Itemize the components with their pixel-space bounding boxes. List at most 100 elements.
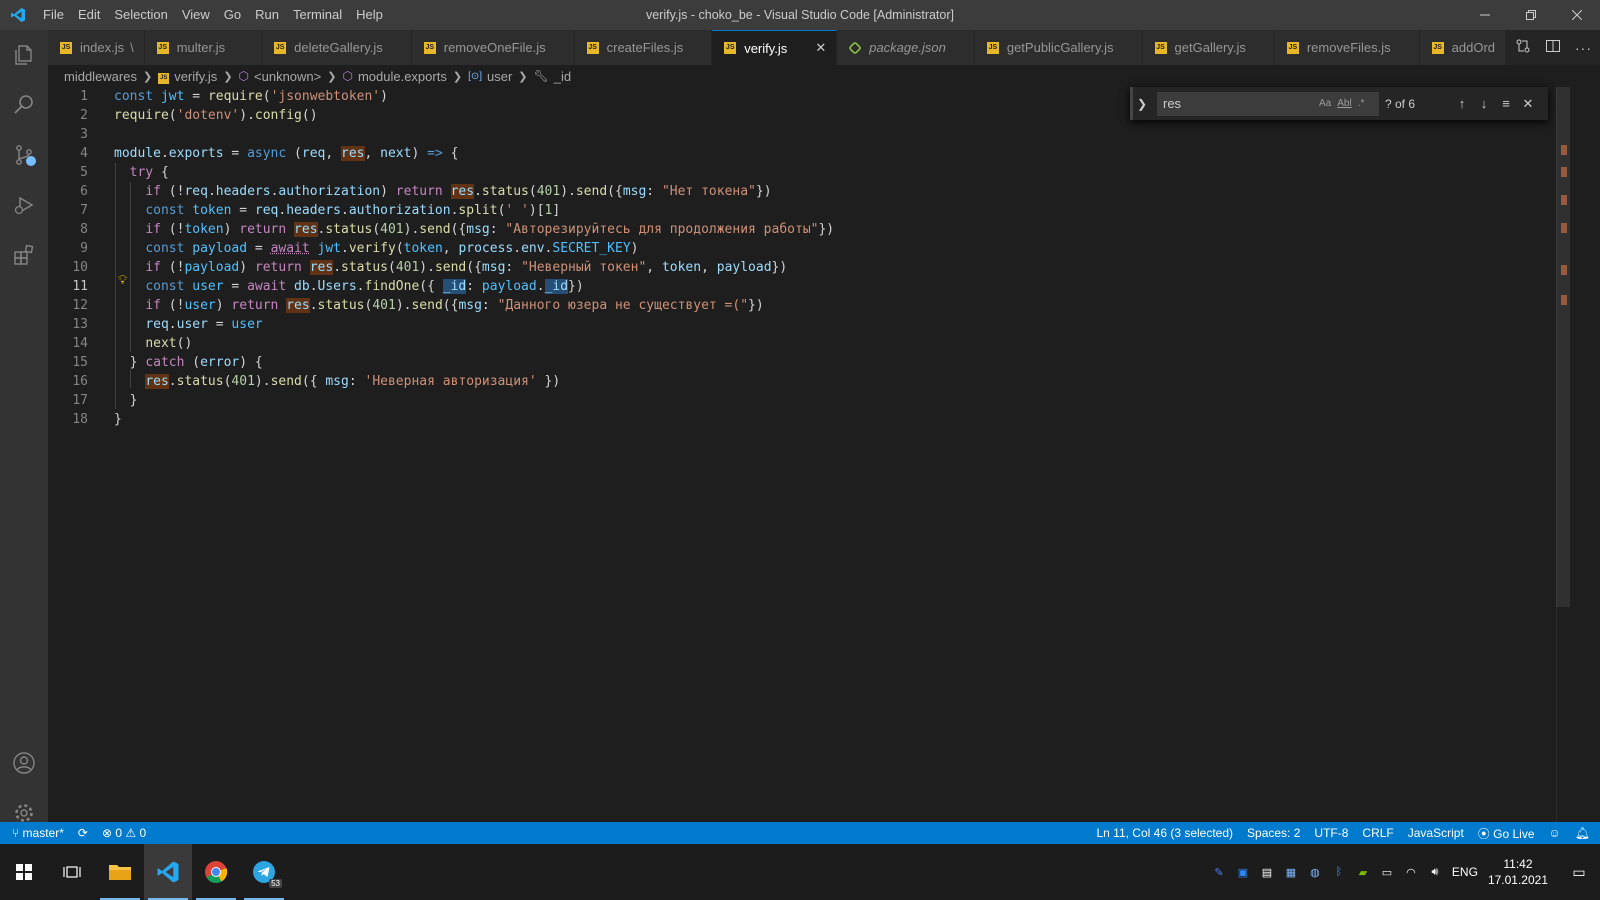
- code-line: 6 if (!req.headers.authorization) return…: [80, 184, 772, 199]
- menu-help[interactable]: Help: [349, 0, 390, 30]
- minimize-button[interactable]: [1462, 0, 1508, 30]
- js-file-icon: JS: [1154, 41, 1167, 54]
- match-whole-word-toggle[interactable]: Abl: [1337, 98, 1351, 109]
- tab-removeonefile-js[interactable]: JS removeOneFile.js: [411, 30, 575, 65]
- system-tray: ✎ ▣ ▤ ▦ ◍ ᛒ ▰ ▭ ◠ 🔊︎ ENG 11:42 17.01.202…: [1212, 844, 1600, 900]
- action-center-icon[interactable]: ▭: [1572, 864, 1586, 880]
- find-in-selection-icon[interactable]: ≡: [1495, 96, 1517, 111]
- search-icon[interactable]: [0, 80, 48, 130]
- compare-changes-icon[interactable]: [1515, 38, 1531, 57]
- breadcrumb-folder[interactable]: middlewares: [64, 69, 137, 84]
- network-app-tray-icon[interactable]: ▦: [1284, 865, 1298, 879]
- tab-getpublicgallery-js[interactable]: JS getPublicGallery.js: [974, 30, 1143, 65]
- branch-indicator[interactable]: ⑂ master*: [12, 826, 64, 840]
- input-language[interactable]: ENG: [1452, 865, 1478, 879]
- cursor-position[interactable]: Ln 11, Col 46 (3 selected): [1097, 826, 1234, 840]
- task-view-icon[interactable]: [48, 844, 96, 900]
- breadcrumb-file[interactable]: verify.js: [174, 69, 217, 84]
- split-editor-icon[interactable]: [1545, 38, 1561, 57]
- breadcrumb: middlewares ❯ JS verify.js ❯ ⬡ <unknown>…: [48, 65, 1600, 87]
- js-file-icon: JS: [274, 41, 287, 54]
- breadcrumb-symbol-module-exports[interactable]: module.exports: [358, 69, 447, 84]
- js-file-icon: JS: [60, 41, 72, 54]
- run-debug-icon[interactable]: [0, 180, 48, 230]
- code-line: 15 } catch (error) {: [72, 355, 263, 370]
- pen-tray-icon[interactable]: ✎: [1212, 865, 1226, 879]
- code-editor[interactable]: 1 const jwt = require('jsonwebtoken') 2 re…: [48, 87, 1588, 838]
- window-tray-icon[interactable]: ▤: [1260, 865, 1274, 879]
- menu-view[interactable]: View: [175, 0, 217, 30]
- battery-icon[interactable]: ▭: [1380, 865, 1394, 879]
- vertical-scrollbar-thumb[interactable]: [1556, 87, 1570, 607]
- menu-go[interactable]: Go: [217, 0, 248, 30]
- windows-start-icon[interactable]: [0, 844, 48, 900]
- code-line: 5 try {: [80, 165, 169, 180]
- globe-tray-icon[interactable]: ◍: [1308, 865, 1322, 879]
- tab-removefiles-js[interactable]: JS removeFiles.js: [1274, 30, 1420, 65]
- close-tab-icon[interactable]: ✕: [815, 40, 826, 56]
- lightbulb-icon[interactable]: 💡︎: [118, 273, 127, 288]
- breadcrumb-symbol-user[interactable]: user: [487, 69, 512, 84]
- notifications-bell-icon[interactable]: 🔔︎: [1575, 826, 1590, 840]
- close-window-button[interactable]: [1554, 0, 1600, 30]
- code-line: 13 req.user = user: [72, 317, 263, 332]
- vscode-taskbar-icon[interactable]: [144, 844, 192, 900]
- source-control-icon[interactable]: [0, 130, 48, 180]
- editor-tabs: JS index.js \ JS multer.js JS deleteGallery.…: [48, 30, 1600, 65]
- restore-button[interactable]: [1508, 0, 1554, 30]
- telegram-icon[interactable]: 53: [240, 844, 288, 900]
- code-line: 18}: [72, 412, 122, 427]
- find-input[interactable]: [1163, 93, 1313, 114]
- volume-icon[interactable]: 🔊︎: [1428, 865, 1442, 879]
- eol-setting[interactable]: CRLF: [1362, 826, 1393, 840]
- menu-selection[interactable]: Selection: [107, 0, 174, 30]
- tab-deletegallery-js[interactable]: JS deleteGallery.js: [262, 30, 412, 65]
- explorer-icon[interactable]: [0, 30, 48, 80]
- tab-index-js[interactable]: JS index.js \: [48, 30, 145, 65]
- tab-multer-js[interactable]: JS multer.js: [144, 30, 263, 65]
- sync-icon[interactable]: ⟳: [78, 826, 88, 840]
- menu-terminal[interactable]: Terminal: [286, 0, 349, 30]
- previous-match-arrow-up-icon[interactable]: ↑: [1451, 96, 1473, 111]
- chevron-right-icon: ❯: [327, 70, 337, 83]
- menu-file[interactable]: File: [36, 0, 71, 30]
- menu-edit[interactable]: Edit: [71, 0, 107, 30]
- more-actions-icon[interactable]: ···: [1575, 40, 1592, 56]
- tab-addord-js[interactable]: JS addOrd: [1419, 30, 1507, 65]
- accounts-icon[interactable]: [0, 738, 48, 788]
- tab-getgallery-js[interactable]: JS getGallery.js: [1142, 30, 1275, 65]
- go-live-button[interactable]: ⦿ Go Live: [1478, 825, 1535, 842]
- bluetooth-icon[interactable]: ᛒ: [1332, 865, 1346, 879]
- tab-verify-js[interactable]: JS verify.js ✕: [712, 30, 838, 65]
- clock[interactable]: 11:42 17.01.2021: [1488, 856, 1548, 888]
- toggle-replace-chevron-icon[interactable]: ❯: [1137, 97, 1153, 111]
- match-case-toggle[interactable]: Aa: [1319, 98, 1331, 109]
- breadcrumb-symbol-unknown[interactable]: <unknown>: [254, 69, 321, 84]
- wrench-property-icon: 🔧︎: [533, 69, 549, 83]
- breadcrumb-symbol-id[interactable]: _id: [554, 69, 571, 84]
- js-file-icon: JS: [1286, 41, 1299, 54]
- json-file-icon: [848, 40, 863, 55]
- tab-package-json[interactable]: package.json: [837, 30, 975, 65]
- extensions-icon[interactable]: [0, 230, 48, 280]
- menu-bar: File Edit Selection View Go Run Terminal…: [36, 0, 390, 30]
- encoding-setting[interactable]: UTF-8: [1314, 826, 1348, 840]
- zoom-tray-icon[interactable]: ▣: [1236, 865, 1250, 879]
- problems-indicator[interactable]: ⊗ 0 ⚠ 0: [102, 826, 146, 840]
- code-line: 8 if (!token) return res.status(401).sen…: [80, 222, 835, 237]
- feedback-icon[interactable]: ☺: [1549, 826, 1561, 840]
- nvidia-tray-icon[interactable]: ▰: [1356, 865, 1370, 879]
- indentation-setting[interactable]: Spaces: 2: [1247, 826, 1300, 840]
- file-explorer-folder-icon[interactable]: [96, 844, 144, 900]
- editor-actions: ···: [1507, 30, 1600, 65]
- chrome-icon[interactable]: [192, 844, 240, 900]
- status-bar: ⑂ master* ⟳ ⊗ 0 ⚠ 0 Ln 11, Col 46 (3 sel…: [0, 822, 1600, 844]
- close-find-icon[interactable]: ✕: [1517, 96, 1539, 112]
- menu-run[interactable]: Run: [248, 0, 286, 30]
- tab-createfiles-js[interactable]: JS createFiles.js: [574, 30, 713, 65]
- next-match-arrow-down-icon[interactable]: ↓: [1473, 96, 1495, 111]
- use-regex-toggle[interactable]: .*: [1358, 98, 1365, 109]
- language-mode[interactable]: JavaScript: [1408, 826, 1464, 840]
- js-file-icon: JS: [156, 41, 169, 54]
- wifi-icon[interactable]: ◠: [1404, 865, 1418, 879]
